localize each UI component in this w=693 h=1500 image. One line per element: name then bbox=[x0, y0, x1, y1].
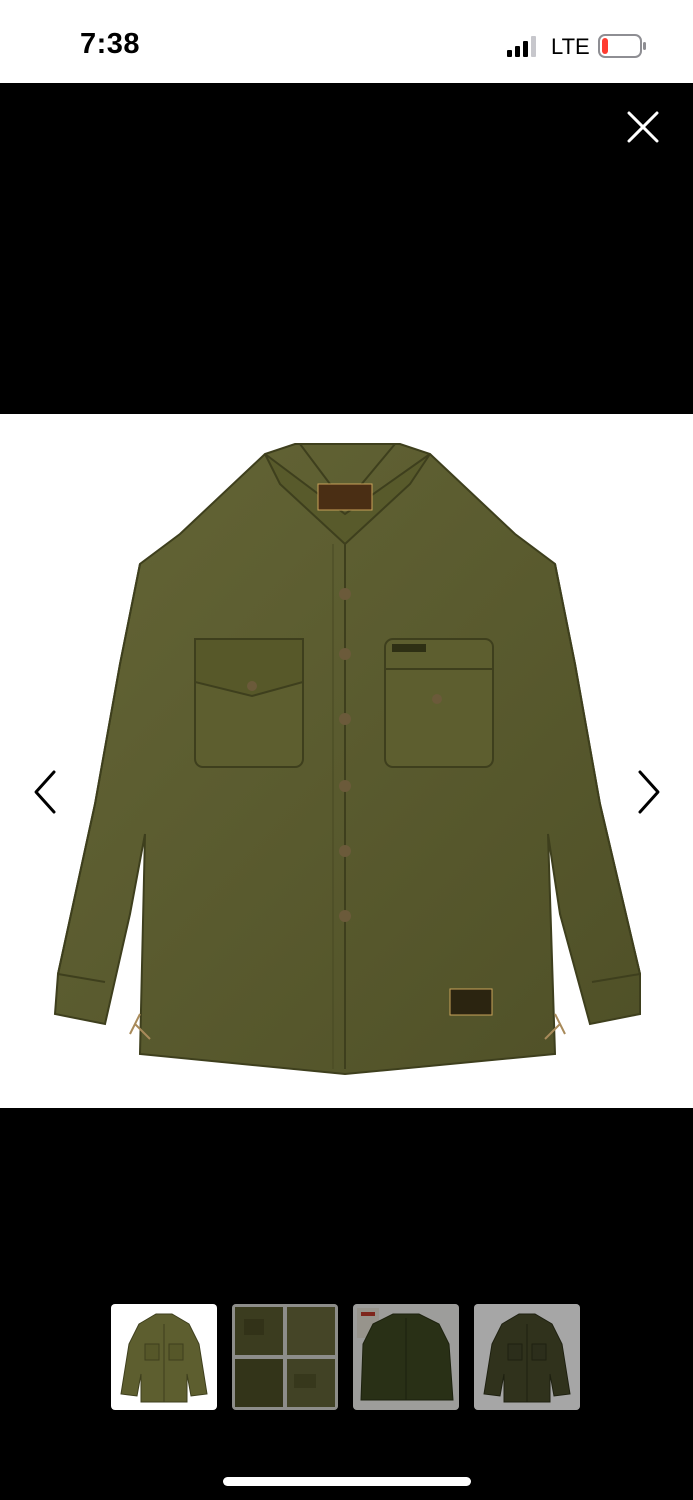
close-icon bbox=[627, 111, 659, 143]
thumbnail-image bbox=[120, 1313, 208, 1403]
status-bar: 7:38 LTE bbox=[0, 0, 693, 83]
previous-image-button[interactable] bbox=[26, 762, 66, 822]
thumbnail-image bbox=[357, 1308, 454, 1401]
battery-icon bbox=[598, 34, 646, 58]
chevron-left-icon bbox=[34, 770, 56, 814]
status-time: 7:38 bbox=[80, 28, 141, 60]
thumbnail-image bbox=[483, 1313, 571, 1403]
signal-icon bbox=[507, 36, 536, 57]
chevron-right-icon bbox=[638, 770, 660, 814]
thumbnail-1[interactable] bbox=[111, 1304, 217, 1410]
thumbnail-image bbox=[235, 1307, 335, 1407]
thumbnail-2[interactable] bbox=[232, 1304, 338, 1410]
network-label: LTE bbox=[551, 34, 590, 59]
home-indicator[interactable] bbox=[223, 1477, 471, 1486]
close-button[interactable] bbox=[620, 104, 666, 150]
thumbnail-4[interactable] bbox=[474, 1304, 580, 1410]
thumbnail-3[interactable] bbox=[353, 1304, 459, 1410]
shirt-illustration bbox=[53, 443, 641, 1076]
next-image-button[interactable] bbox=[628, 762, 668, 822]
product-image bbox=[0, 414, 693, 1108]
